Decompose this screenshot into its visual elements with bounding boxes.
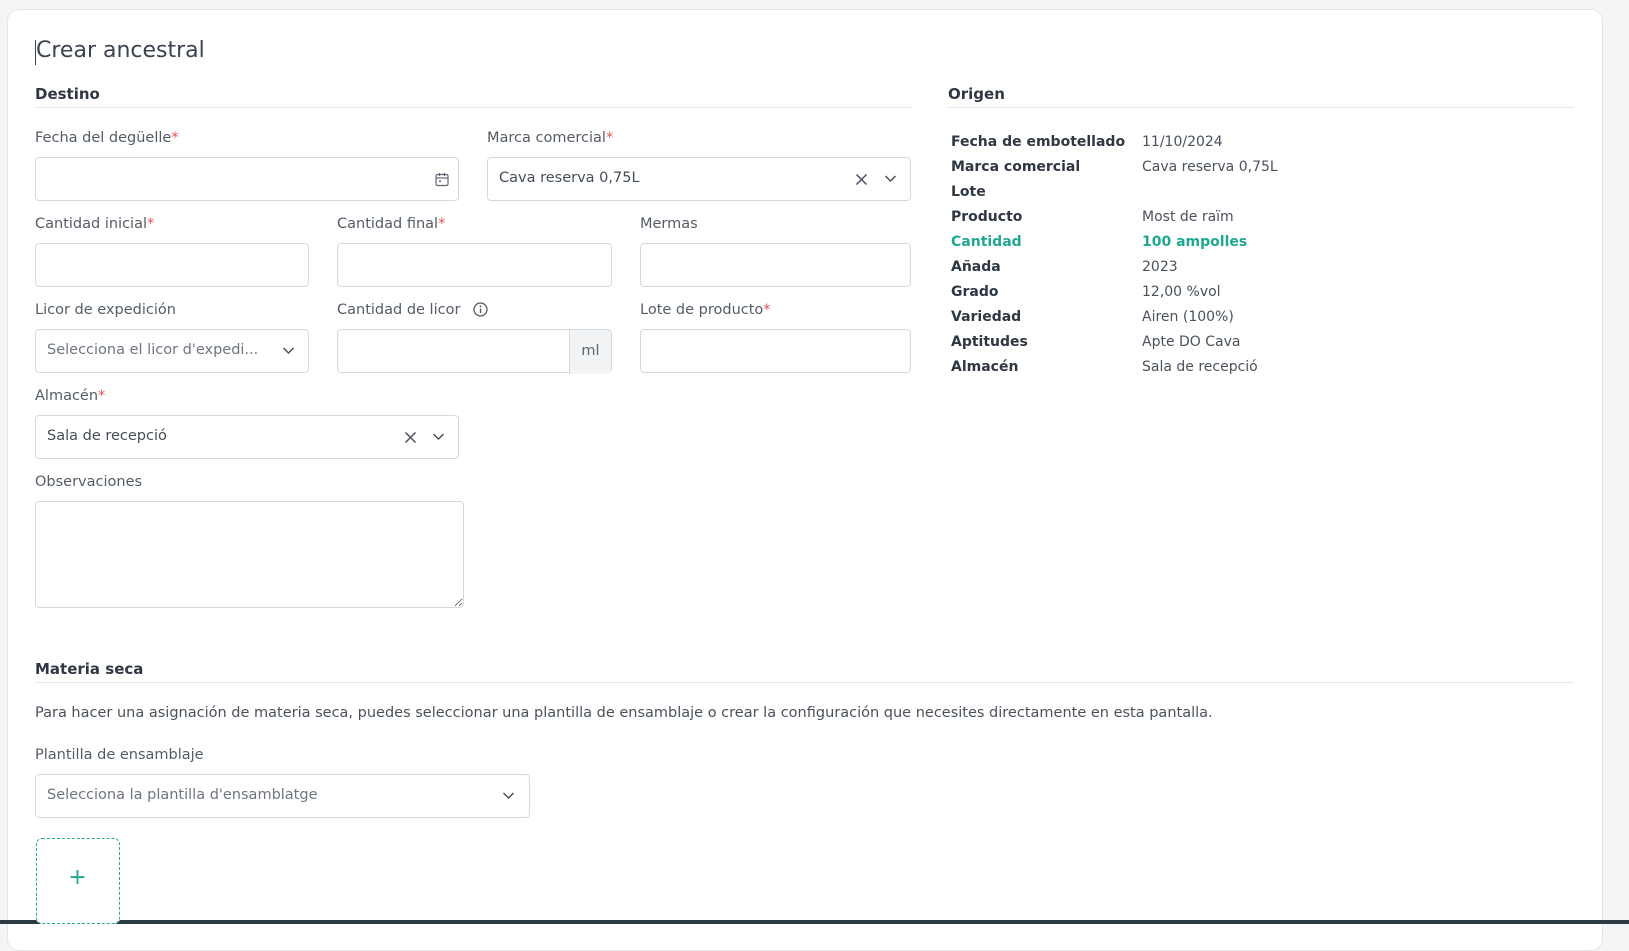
- cantidad-inicial-label: Cantidad inicial*: [35, 216, 154, 232]
- origen-heading: Origen: [948, 85, 1005, 103]
- required-mark: *: [763, 302, 771, 318]
- marca-comercial-label-text: Marca comercial: [487, 130, 606, 146]
- chevron-down-icon[interactable]: [432, 432, 445, 441]
- plantilla-select[interactable]: Selecciona la plantilla d'ensamblatge: [35, 774, 530, 818]
- calendar-icon[interactable]: [435, 172, 449, 187]
- origen-value: Airen (100%): [1142, 309, 1234, 325]
- destino-heading: Destino: [35, 85, 100, 103]
- almacen-label-text: Almacén: [35, 388, 99, 404]
- origen-key: Lote: [951, 184, 986, 200]
- origen-value: Cava reserva 0,75L: [1142, 159, 1278, 175]
- origen-value: 12,00 %vol: [1142, 284, 1221, 300]
- cantidad-inicial-label-text: Cantidad inicial: [35, 216, 147, 232]
- required-mark: *: [605, 130, 614, 146]
- almacen-select[interactable]: Sala de recepció: [35, 415, 459, 459]
- origen-value: 2023: [1142, 259, 1178, 275]
- materia-seca-help: Para hacer una asignación de materia sec…: [35, 705, 1213, 721]
- chevron-down-icon[interactable]: [502, 791, 515, 800]
- licor-expedicion-select[interactable]: Selecciona el licor d'expedi...: [35, 329, 309, 373]
- origen-value-highlight: 100 ampolles: [1142, 234, 1248, 250]
- fecha-deguelle-input[interactable]: [35, 157, 459, 201]
- origen-key: Almacén: [951, 359, 1019, 375]
- lote-producto-label-text: Lote de producto: [640, 302, 764, 318]
- licor-expedicion-label: Licor de expedición: [35, 302, 176, 318]
- origen-key: Marca comercial: [951, 159, 1081, 175]
- unit-addon: ml: [569, 330, 611, 374]
- observaciones-textarea[interactable]: [35, 501, 464, 608]
- required-mark: *: [98, 388, 106, 404]
- observaciones-label: Observaciones: [35, 474, 143, 490]
- required-mark: *: [438, 216, 446, 232]
- mermas-input[interactable]: [640, 243, 911, 287]
- clear-icon[interactable]: [404, 431, 417, 444]
- page-title: Crear ancestral: [36, 38, 205, 63]
- origen-key: Variedad: [951, 309, 1022, 325]
- chevron-down-icon[interactable]: [282, 346, 295, 355]
- licor-expedicion-placeholder: Selecciona el licor d'expedi...: [47, 342, 259, 358]
- cantidad-inicial-input[interactable]: [35, 243, 309, 287]
- materia-seca-divider: [35, 682, 1574, 683]
- bottom-bar: [0, 920, 1629, 924]
- required-mark: *: [171, 130, 179, 146]
- mermas-label: Mermas: [640, 216, 698, 232]
- almacen-value: Sala de recepció: [47, 428, 167, 444]
- plus-icon: +: [68, 865, 87, 890]
- origen-divider: [948, 107, 1574, 108]
- origen-value: Sala de recepció: [1142, 359, 1258, 375]
- origen-value: Most de raïm: [1142, 209, 1234, 225]
- origen-key: Aptitudes: [951, 334, 1028, 350]
- clear-icon[interactable]: [855, 173, 868, 186]
- marca-comercial-label: Marca comercial*: [487, 130, 613, 146]
- materia-seca-heading: Materia seca: [35, 660, 144, 678]
- chevron-down-icon[interactable]: [884, 174, 897, 183]
- origen-value: 11/10/2024: [1142, 134, 1223, 150]
- almacen-label: Almacén*: [35, 388, 105, 404]
- cantidad-licor-label: Cantidad de licor: [337, 302, 461, 318]
- marca-comercial-select[interactable]: Cava reserva 0,75L: [487, 157, 911, 201]
- marca-comercial-value: Cava reserva 0,75L: [499, 170, 640, 186]
- lote-producto-label: Lote de producto*: [640, 302, 771, 318]
- info-icon[interactable]: [473, 302, 488, 317]
- origen-key: Producto: [951, 209, 1023, 225]
- fecha-deguelle-label-text: Fecha del degüelle: [35, 130, 172, 146]
- plantilla-placeholder: Selecciona la plantilla d'ensamblatge: [47, 787, 318, 803]
- required-mark: *: [146, 216, 155, 232]
- destino-divider: [35, 107, 911, 108]
- cantidad-final-input[interactable]: [337, 243, 612, 287]
- origen-key-highlight: Cantidad: [951, 234, 1022, 250]
- plantilla-label: Plantilla de ensamblaje: [35, 747, 204, 763]
- origen-key: Añada: [951, 259, 1001, 275]
- origen-key: Fecha de embotellado: [951, 134, 1126, 150]
- cantidad-licor-input[interactable]: ml: [337, 329, 612, 374]
- add-materia-button[interactable]: +: [36, 838, 120, 924]
- cantidad-final-label-text: Cantidad final: [337, 216, 439, 232]
- origen-key: Grado: [951, 284, 999, 300]
- lote-producto-input[interactable]: [640, 329, 911, 373]
- origen-value: Apte DO Cava: [1142, 334, 1241, 350]
- cantidad-final-label: Cantidad final*: [337, 216, 445, 232]
- fecha-deguelle-label: Fecha del degüelle*: [35, 130, 179, 146]
